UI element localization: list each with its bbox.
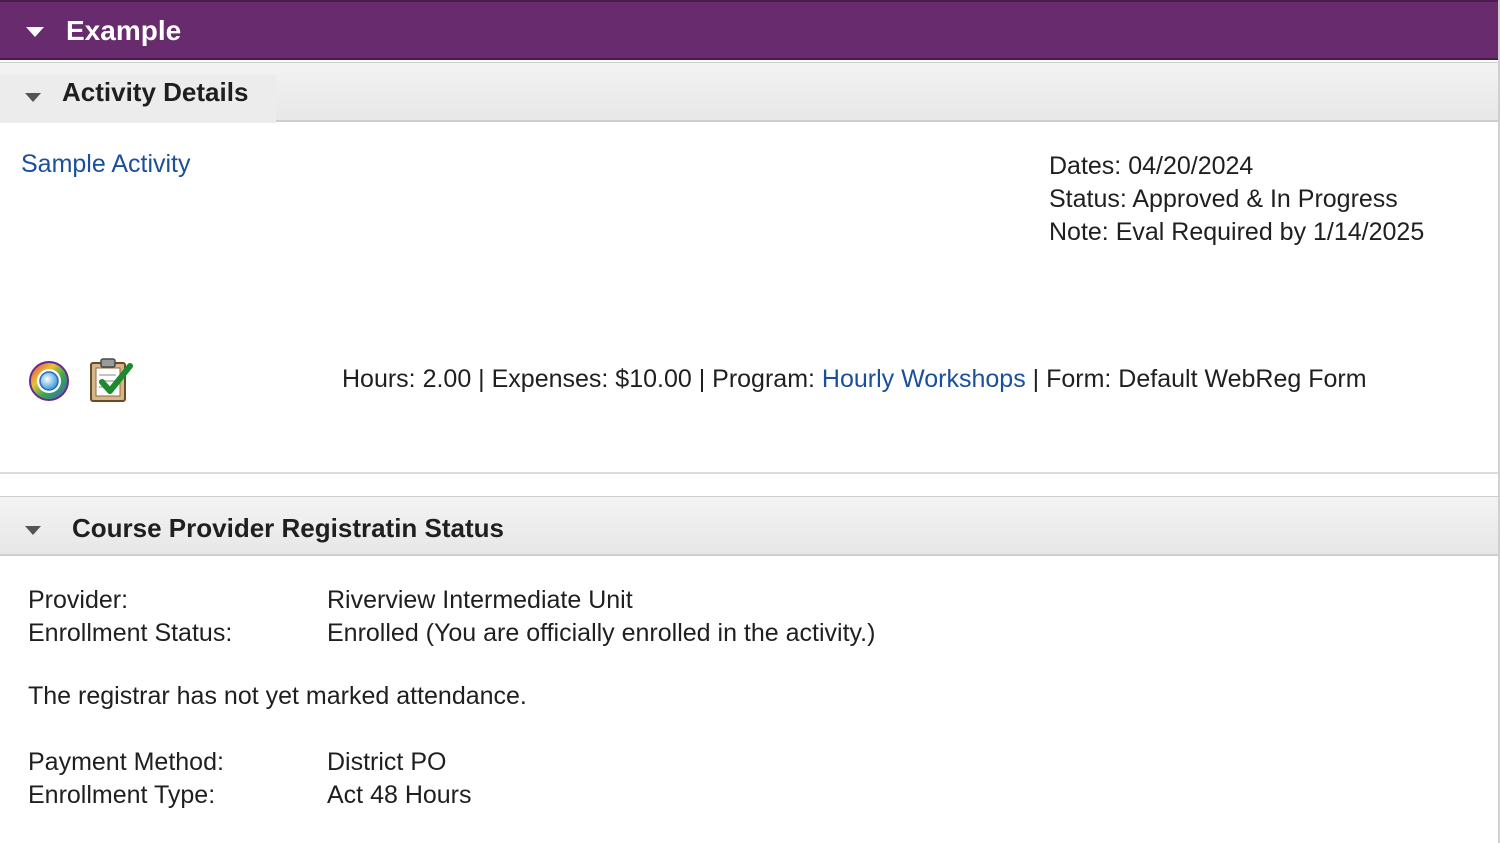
activity-dates: Dates: 04/20/2024 bbox=[1049, 152, 1254, 180]
page: Example Activity Details Sample Activity… bbox=[0, 0, 1500, 843]
activity-summary: Hours: 2.00 | Expenses: $10.00 | Program… bbox=[342, 365, 1367, 394]
provider-details: Provider: Riverview Intermediate Unit En… bbox=[28, 584, 1028, 650]
program-link[interactable]: Hourly Workshops bbox=[822, 365, 1026, 393]
enrollment-type-label: Enrollment Type: bbox=[28, 781, 216, 809]
registration-status-header[interactable]: Course Provider Registratin Status bbox=[0, 496, 1498, 556]
globe-icon[interactable] bbox=[28, 360, 70, 402]
provider-label: Provider: bbox=[28, 586, 129, 614]
attendance-note: The registrar has not yet marked attenda… bbox=[28, 682, 527, 710]
enrollment-type-value: Act 48 Hours bbox=[327, 781, 472, 809]
collapse-caret-icon[interactable] bbox=[25, 526, 41, 535]
activity-name-link[interactable]: Sample Activity bbox=[21, 150, 191, 179]
collapse-caret-icon[interactable] bbox=[25, 93, 41, 102]
summary-hours-expenses: Hours: 2.00 | Expenses: $10.00 | Program… bbox=[342, 365, 822, 393]
enrollment-status-label: Enrollment Status: bbox=[28, 619, 233, 647]
enrollment-type-row: Enrollment Type: Act 48 Hours bbox=[28, 779, 1028, 812]
activity-note: Note: Eval Required by 1/14/2025 bbox=[1049, 218, 1425, 246]
payment-method-row: Payment Method: District PO bbox=[28, 746, 1028, 779]
payment-method-label: Payment Method: bbox=[28, 748, 224, 776]
payment-details: Payment Method: District PO Enrollment T… bbox=[28, 746, 1028, 812]
activity-meta: Dates: 04/20/2024 Status: Approved & In … bbox=[1049, 150, 1424, 249]
enrollment-status-value: Enrolled (You are officially enrolled in… bbox=[327, 619, 876, 647]
provider-value: Riverview Intermediate Unit bbox=[327, 586, 633, 614]
activity-status: Status: Approved & In Progress bbox=[1049, 185, 1398, 213]
header-title: Example bbox=[66, 15, 182, 46]
collapse-caret-icon[interactable] bbox=[26, 27, 44, 37]
summary-form: | Form: Default WebReg Form bbox=[1025, 365, 1367, 393]
clipboard-check-icon[interactable] bbox=[88, 356, 134, 404]
payment-method-value: District PO bbox=[327, 748, 447, 776]
section-title: Course Provider Registratin Status bbox=[72, 513, 504, 543]
section-title: Activity Details bbox=[62, 77, 249, 107]
section-divider bbox=[0, 472, 1498, 474]
provider-row: Provider: Riverview Intermediate Unit bbox=[28, 584, 1028, 617]
enrollment-status-row: Enrollment Status: Enrolled (You are off… bbox=[28, 617, 1028, 650]
example-header[interactable]: Example bbox=[0, 0, 1498, 60]
activity-details-header[interactable]: Activity Details bbox=[0, 62, 1498, 123]
